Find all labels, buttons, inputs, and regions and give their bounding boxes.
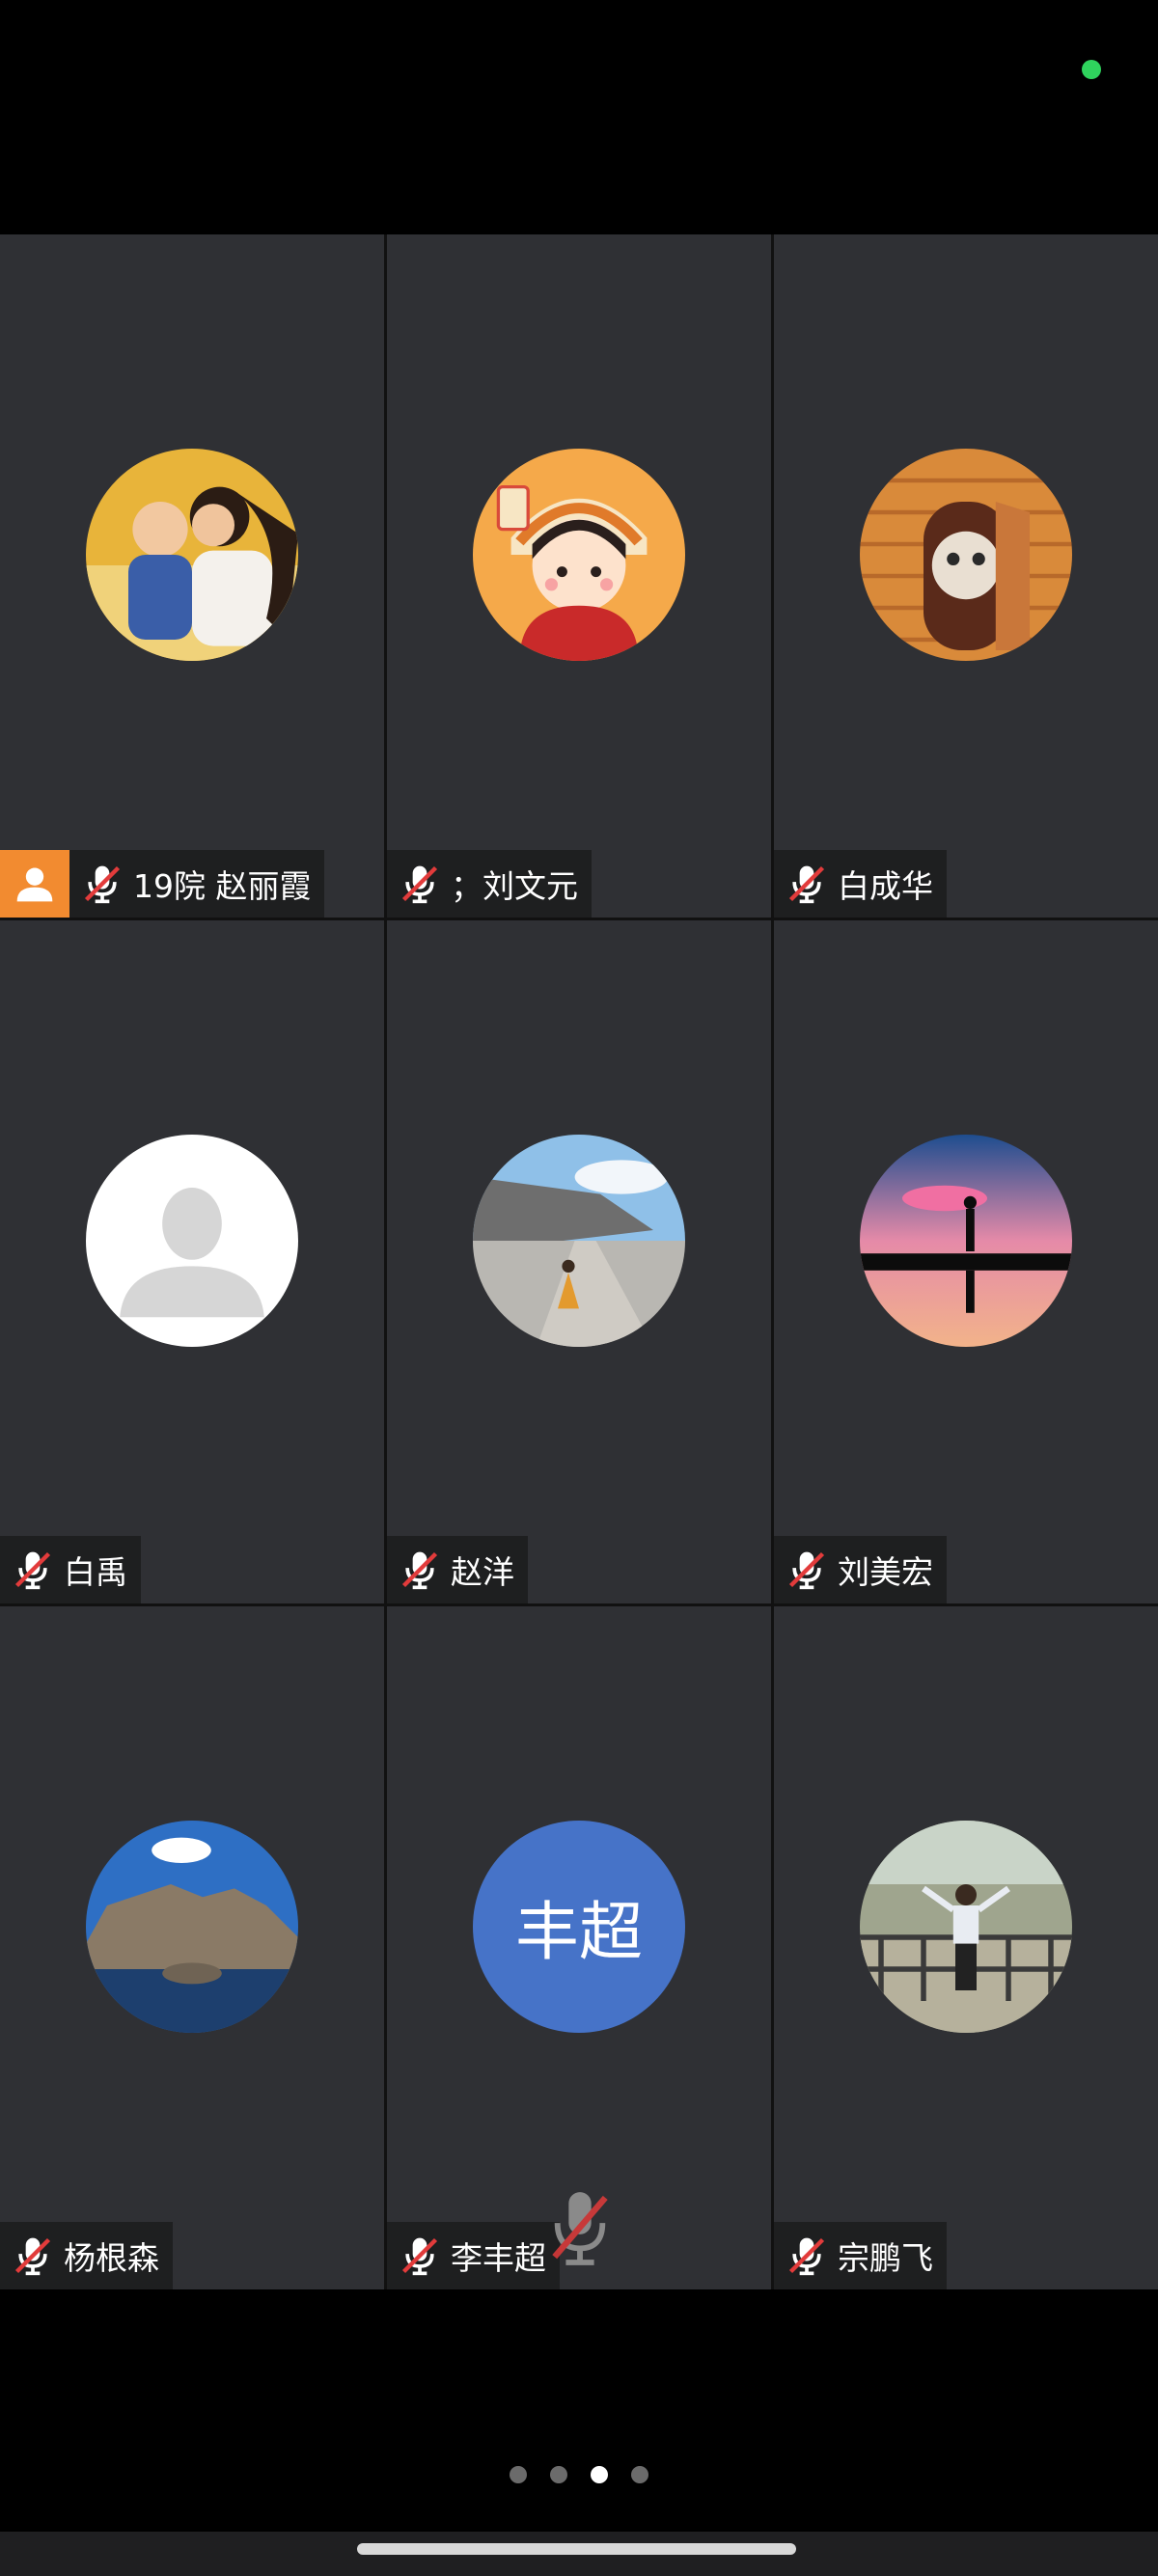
participant-name-tag: 李丰超: [387, 2222, 560, 2289]
participant-name: 19院 赵丽霞: [133, 867, 312, 905]
muted-microphone-icon: [399, 2234, 441, 2277]
avatar: [860, 449, 1072, 661]
participant-name: 赵洋: [451, 1553, 514, 1591]
participant-name: 刘美宏: [838, 1553, 933, 1591]
participant-tile[interactable]: 白禹: [0, 920, 384, 1603]
muted-microphone-icon: [399, 1548, 441, 1591]
avatar: [86, 1135, 298, 1347]
camera-in-use-indicator: [1082, 60, 1101, 79]
participant-name-tag: 白禹: [0, 1536, 141, 1603]
page-dot[interactable]: [550, 2466, 567, 2483]
page-dot[interactable]: [510, 2466, 527, 2483]
microphone-toggle-button[interactable]: [536, 2171, 624, 2287]
participant-name-tag: 赵洋: [387, 1536, 528, 1603]
participant-tile[interactable]: 刘美宏: [774, 920, 1158, 1603]
muted-microphone-icon: [786, 2234, 828, 2277]
avatar: [860, 1821, 1072, 2033]
participant-name: 杨根森: [64, 2239, 159, 2277]
participant-tile[interactable]: 赵洋: [387, 920, 771, 1603]
page-dot-active[interactable]: [591, 2466, 608, 2483]
participant-name: 李丰超: [451, 2239, 546, 2277]
meeting-gallery-screen: 19院 赵丽霞 ；刘文元 白成华 白禹 赵洋 刘美宏 杨根森 丰超 李丰超 宗鹏…: [0, 0, 1158, 2576]
participant-name-tag: ；刘文元: [387, 850, 592, 918]
participant-name-tag: 杨根森: [0, 2222, 173, 2289]
avatar: [860, 1135, 1072, 1347]
page-dot[interactable]: [631, 2466, 648, 2483]
participant-name: 宗鹏飞: [838, 2239, 933, 2277]
muted-microphone-icon: [81, 863, 124, 905]
participant-name: 白禹: [64, 1553, 127, 1591]
avatar: 丰超: [473, 1821, 685, 2033]
participant-name: 白成华: [838, 867, 933, 905]
participant-name-tag: 白成华: [774, 850, 947, 918]
muted-microphone-icon: [12, 1548, 54, 1591]
avatar: [473, 1135, 685, 1347]
participant-name-tag: 刘美宏: [774, 1536, 947, 1603]
participant-grid: 19院 赵丽霞 ；刘文元 白成华 白禹 赵洋 刘美宏 杨根森 丰超 李丰超 宗鹏…: [0, 234, 1158, 2289]
participant-tile[interactable]: ；刘文元: [387, 234, 771, 918]
participant-name-tag: 19院 赵丽霞: [0, 850, 325, 918]
avatar: [473, 449, 685, 661]
participant-tile[interactable]: 杨根森: [0, 1606, 384, 2289]
muted-microphone-icon: [552, 2192, 608, 2265]
participant-tile[interactable]: 19院 赵丽霞: [0, 234, 384, 918]
page-indicator[interactable]: [0, 2466, 1158, 2483]
participant-tile[interactable]: 宗鹏飞: [774, 1606, 1158, 2289]
avatar: [86, 1821, 298, 2033]
home-indicator[interactable]: [357, 2543, 796, 2555]
participant-tile[interactable]: 白成华: [774, 234, 1158, 918]
muted-microphone-icon: [399, 863, 441, 905]
muted-microphone-icon: [12, 2234, 54, 2277]
muted-microphone-icon: [786, 863, 828, 905]
participant-name: ；刘文元: [451, 867, 578, 905]
muted-microphone-icon: [786, 1548, 828, 1591]
host-icon: [0, 850, 69, 918]
avatar: [86, 449, 298, 661]
participant-name-tag: 宗鹏飞: [774, 2222, 947, 2289]
